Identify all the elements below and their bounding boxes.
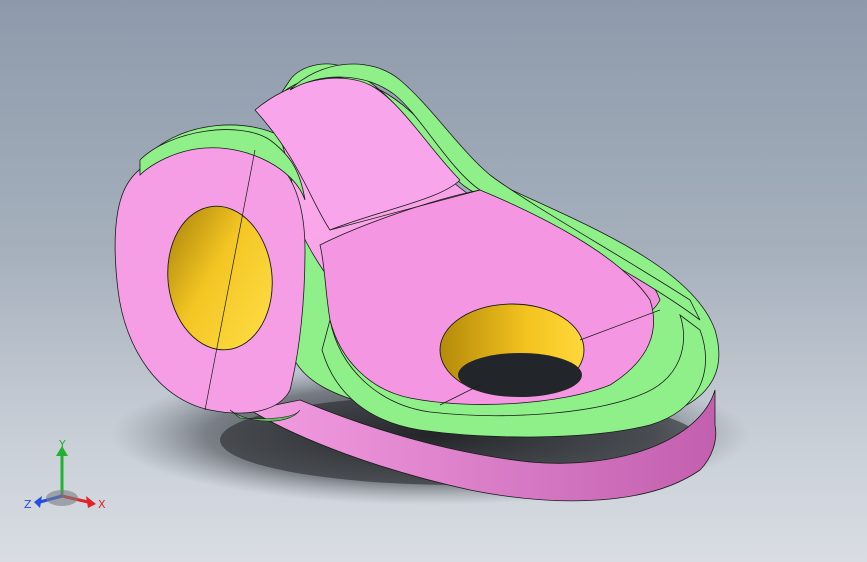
view-triad[interactable]: Y X Z <box>22 440 112 520</box>
graphics-viewport[interactable]: Y X Z <box>0 0 867 562</box>
x-axis-head <box>86 496 96 508</box>
triad-base <box>46 490 78 506</box>
z-axis-head <box>34 496 42 508</box>
small-bore-hole <box>458 353 582 397</box>
part-model[interactable] <box>0 0 867 562</box>
z-axis-label: Z <box>24 498 32 511</box>
y-axis-label: Y <box>58 440 66 451</box>
x-axis-label: X <box>98 498 106 511</box>
